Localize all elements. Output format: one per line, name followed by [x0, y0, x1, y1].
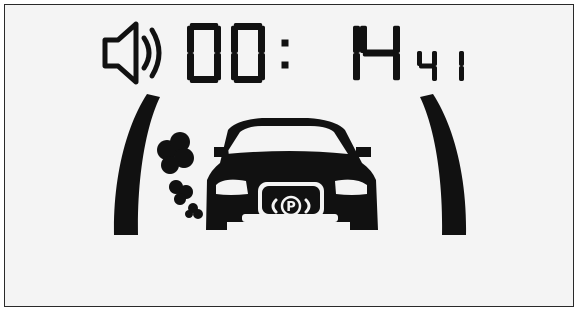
timer-small-digit-1 — [417, 51, 437, 81]
timer-digit-3 — [353, 25, 360, 81]
timer-digit-1 — [187, 23, 221, 83]
timer-separator — [281, 39, 289, 69]
right-arc-gauge — [420, 94, 467, 235]
timer-small-digit-2 — [459, 51, 464, 81]
exhaust-smoke-icon — [157, 132, 203, 219]
timer-readout — [187, 23, 464, 83]
timer-digit-4 — [360, 25, 400, 81]
speaker-sound-on-icon[interactable] — [102, 21, 162, 85]
parking-brake-label: P — [286, 200, 296, 215]
left-arc-gauge — [113, 94, 160, 235]
lcd-canvas: P — [102, 21, 467, 235]
timer-digit-2 — [231, 23, 265, 83]
